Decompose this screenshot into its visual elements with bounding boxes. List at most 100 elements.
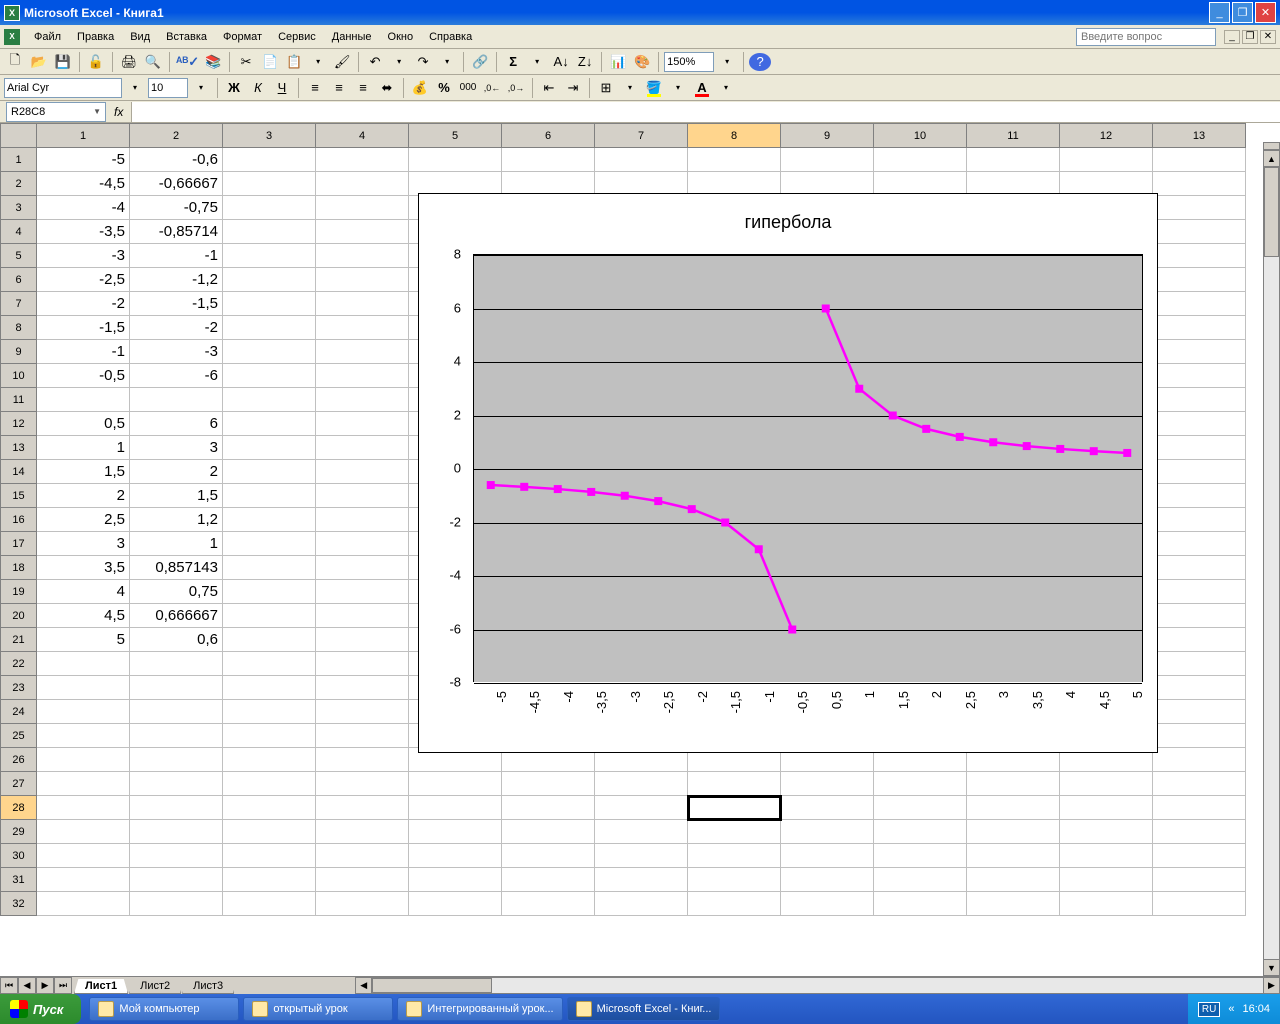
sheet-tab-Лист1[interactable]: Лист1	[74, 979, 128, 994]
align-center-icon[interactable]: ≡	[328, 77, 350, 99]
row-header-18[interactable]: 18	[1, 556, 37, 580]
cell-r31c6[interactable]	[502, 868, 595, 892]
cell-r11c1[interactable]	[37, 388, 130, 412]
language-indicator[interactable]: RU	[1198, 1002, 1220, 1017]
cell-r22c13[interactable]	[1153, 652, 1246, 676]
cell-r6c1[interactable]: -2,5	[37, 268, 130, 292]
cell-r28c5[interactable]	[409, 796, 502, 820]
cell-r29c11[interactable]	[967, 820, 1060, 844]
cell-r1c4[interactable]	[316, 148, 409, 172]
cell-r30c1[interactable]	[37, 844, 130, 868]
cell-r26c4[interactable]	[316, 748, 409, 772]
row-header-2[interactable]: 2	[1, 172, 37, 196]
cell-r4c3[interactable]	[223, 220, 316, 244]
row-header-11[interactable]: 11	[1, 388, 37, 412]
cell-r31c4[interactable]	[316, 868, 409, 892]
cell-r23c2[interactable]	[130, 676, 223, 700]
cell-r16c2[interactable]: 1,2	[130, 508, 223, 532]
cell-r14c1[interactable]: 1,5	[37, 460, 130, 484]
select-all-corner[interactable]	[1, 124, 37, 148]
cell-r1c5[interactable]	[409, 148, 502, 172]
paste-icon[interactable]: 📋	[283, 51, 305, 73]
cell-r28c4[interactable]	[316, 796, 409, 820]
cell-r4c2[interactable]: -0,85714	[130, 220, 223, 244]
row-header-29[interactable]: 29	[1, 820, 37, 844]
print-preview-icon[interactable]: 🔍	[142, 51, 164, 73]
column-header-8[interactable]: 8	[688, 124, 781, 148]
cell-r32c9[interactable]	[781, 892, 874, 916]
taskbar-task[interactable]: Интегрированный урок...	[397, 997, 562, 1021]
restore-button[interactable]: ❐	[1232, 2, 1253, 23]
cell-r13c1[interactable]: 1	[37, 436, 130, 460]
cell-r18c4[interactable]	[316, 556, 409, 580]
cell-r32c10[interactable]	[874, 892, 967, 916]
cell-r28c6[interactable]	[502, 796, 595, 820]
cell-r5c1[interactable]: -3	[37, 244, 130, 268]
menu-window[interactable]: Окно	[380, 29, 422, 45]
percent-icon[interactable]: %	[433, 77, 455, 99]
cell-r9c4[interactable]	[316, 340, 409, 364]
cell-r25c13[interactable]	[1153, 724, 1246, 748]
v-split-handle[interactable]	[1263, 142, 1280, 150]
cell-r23c13[interactable]	[1153, 676, 1246, 700]
cell-r1c12[interactable]	[1060, 148, 1153, 172]
row-header-30[interactable]: 30	[1, 844, 37, 868]
cell-r6c4[interactable]	[316, 268, 409, 292]
cell-r19c1[interactable]: 4	[37, 580, 130, 604]
cell-r1c3[interactable]	[223, 148, 316, 172]
cell-r19c3[interactable]	[223, 580, 316, 604]
row-header-7[interactable]: 7	[1, 292, 37, 316]
cell-r18c2[interactable]: 0,857143	[130, 556, 223, 580]
increase-indent-icon[interactable]: ⇥	[562, 77, 584, 99]
cell-r16c13[interactable]	[1153, 508, 1246, 532]
cell-r27c9[interactable]	[781, 772, 874, 796]
currency-icon[interactable]: 💰	[409, 77, 431, 99]
cell-r12c3[interactable]	[223, 412, 316, 436]
column-header-4[interactable]: 4	[316, 124, 409, 148]
system-tray[interactable]: RU « 16:04	[1188, 994, 1280, 1024]
cell-r30c6[interactable]	[502, 844, 595, 868]
row-header-1[interactable]: 1	[1, 148, 37, 172]
row-header-17[interactable]: 17	[1, 532, 37, 556]
chart-title[interactable]: гипербола	[419, 212, 1157, 233]
cell-r1c9[interactable]	[781, 148, 874, 172]
cell-r11c2[interactable]	[130, 388, 223, 412]
cell-r27c4[interactable]	[316, 772, 409, 796]
cell-r9c13[interactable]	[1153, 340, 1246, 364]
borders-icon[interactable]: ⊞	[595, 77, 617, 99]
underline-icon[interactable]: Ч	[271, 77, 293, 99]
cell-r32c13[interactable]	[1153, 892, 1246, 916]
font-name-dropdown[interactable]: ▾	[124, 77, 146, 99]
row-header-3[interactable]: 3	[1, 196, 37, 220]
row-header-14[interactable]: 14	[1, 460, 37, 484]
cell-r22c1[interactable]	[37, 652, 130, 676]
scroll-right-button[interactable]: ▶	[1263, 977, 1280, 994]
sort-desc-icon[interactable]: Z↓	[574, 51, 596, 73]
row-header-4[interactable]: 4	[1, 220, 37, 244]
column-header-1[interactable]: 1	[37, 124, 130, 148]
cell-r1c11[interactable]	[967, 148, 1060, 172]
cell-r5c13[interactable]	[1153, 244, 1246, 268]
cell-r23c3[interactable]	[223, 676, 316, 700]
help-search-input[interactable]	[1076, 28, 1216, 46]
row-header-19[interactable]: 19	[1, 580, 37, 604]
spelling-icon[interactable]: ᴬᴮ✓	[175, 51, 200, 73]
chart-object[interactable]: гипербола 86420-2-4-6-8 -5-4,5-4-3,5-3-2…	[418, 193, 1158, 753]
cell-r14c3[interactable]	[223, 460, 316, 484]
cell-r27c13[interactable]	[1153, 772, 1246, 796]
taskbar-task[interactable]: Microsoft Excel - Книг...	[567, 997, 721, 1021]
cell-r28c1[interactable]	[37, 796, 130, 820]
cell-r21c3[interactable]	[223, 628, 316, 652]
cell-r29c7[interactable]	[595, 820, 688, 844]
cell-r31c8[interactable]	[688, 868, 781, 892]
sort-asc-icon[interactable]: A↓	[550, 51, 572, 73]
save-icon[interactable]: 💾	[52, 51, 74, 73]
cell-r6c2[interactable]: -1,2	[130, 268, 223, 292]
cell-r25c4[interactable]	[316, 724, 409, 748]
undo-dropdown[interactable]: ▾	[388, 51, 410, 73]
redo-icon[interactable]: ↷	[412, 51, 434, 73]
font-color-icon[interactable]: A	[691, 77, 713, 99]
cell-r7c3[interactable]	[223, 292, 316, 316]
cell-r16c1[interactable]: 2,5	[37, 508, 130, 532]
cell-r31c5[interactable]	[409, 868, 502, 892]
